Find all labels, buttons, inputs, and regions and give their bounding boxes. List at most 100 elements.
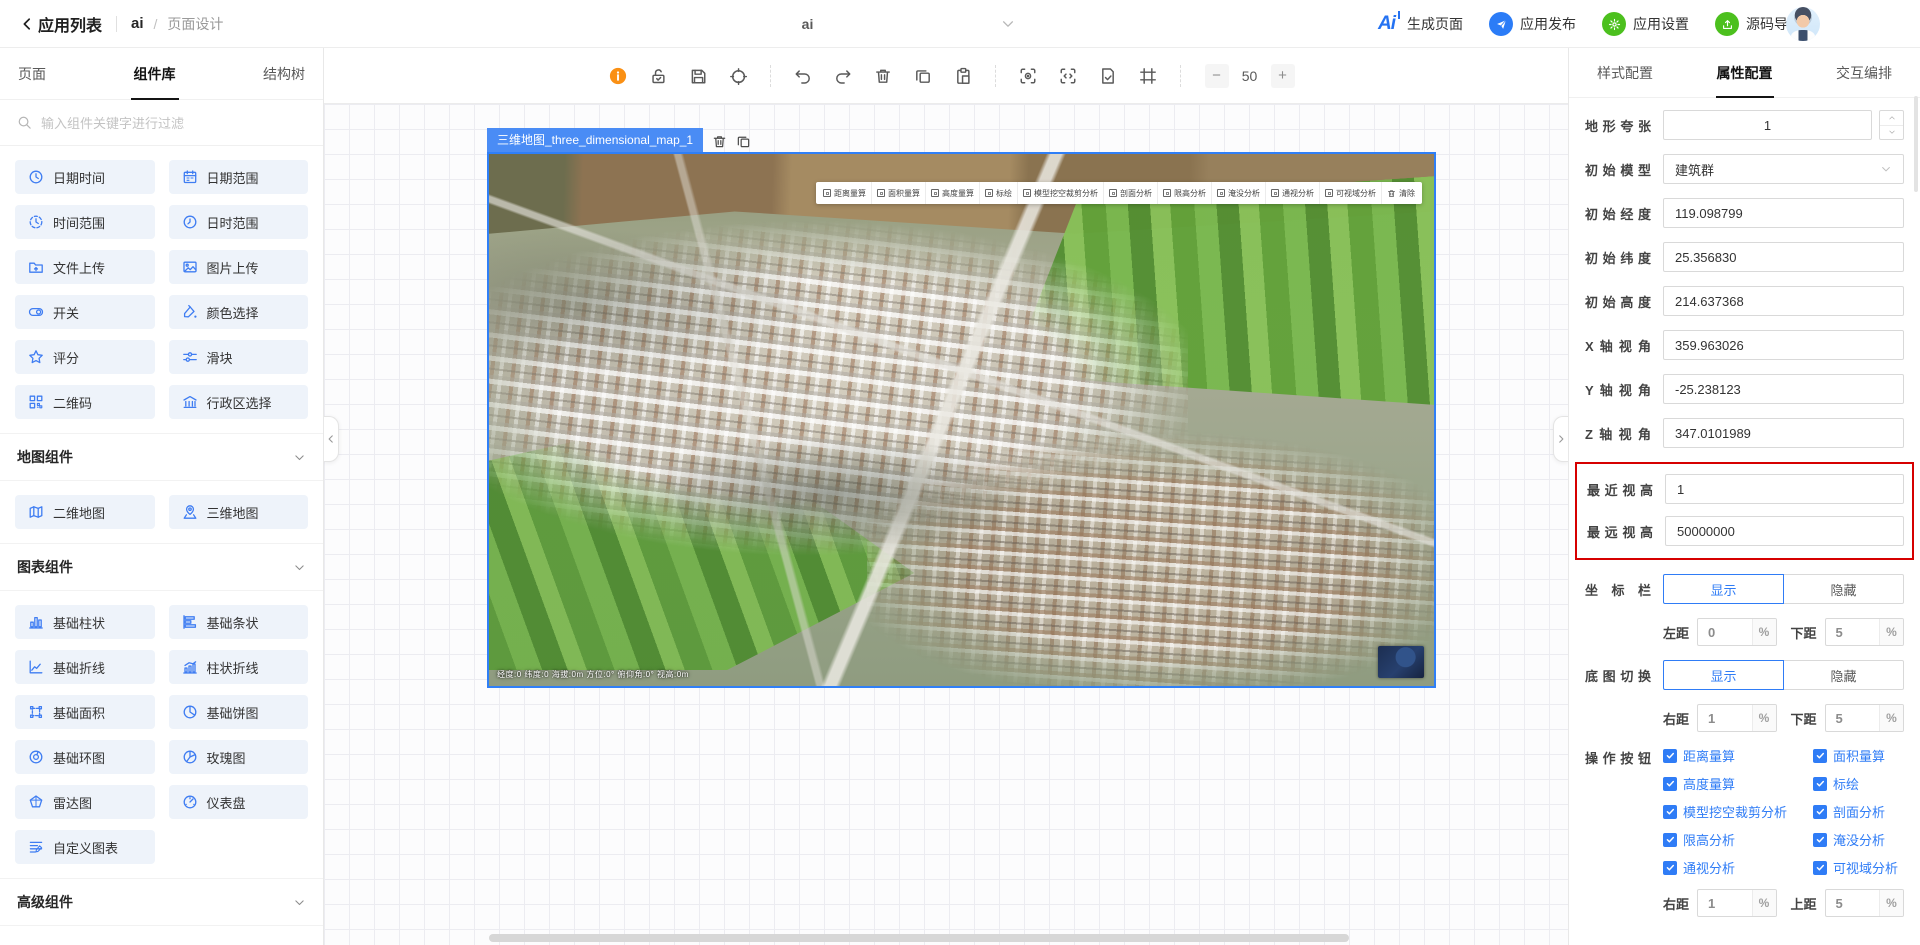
action-checkbox-通视分析[interactable]: 通视分析	[1663, 858, 1813, 877]
map-tool-8[interactable]: 通视分析	[1265, 182, 1319, 204]
info-button[interactable]	[609, 67, 627, 85]
undo-button[interactable]	[794, 67, 812, 85]
component-chip[interactable]: 日期时间	[15, 160, 155, 194]
action-checkbox-剖面分析[interactable]: 剖面分析	[1813, 802, 1904, 821]
delete-button[interactable]	[874, 67, 892, 85]
step-up-button[interactable]	[1880, 111, 1903, 125]
map-tool-4[interactable]: 模型挖空裁剪分析	[1017, 182, 1103, 204]
field-input[interactable]: 347.0101989	[1663, 418, 1904, 448]
three-d-map-component[interactable]: 距离量算 面积量算 高度量算 标绘 模型挖空裁剪分析 剖面分析 限高分析 淹没分析 通视分析 可视…	[487, 152, 1436, 688]
show-button[interactable]: 显示	[1663, 660, 1784, 690]
preview-button[interactable]	[1019, 67, 1037, 85]
component-chip[interactable]: 自定义图表	[15, 830, 155, 864]
design-canvas[interactable]: 三维地图_three_dimensional_map_1 距离量算 面积量算 高…	[324, 104, 1568, 945]
map-tool-6[interactable]: 限高分析	[1157, 182, 1211, 204]
action-checkbox-模型挖空裁剪分析[interactable]: 模型挖空裁剪分析	[1663, 802, 1813, 821]
field-input[interactable]: 50000000	[1665, 516, 1904, 546]
action-checkbox-可视域分析[interactable]: 可视域分析	[1813, 858, 1904, 877]
map-tool-3[interactable]: 标绘	[979, 182, 1017, 204]
component-chip[interactable]: 基础柱状	[15, 605, 155, 639]
component-chip[interactable]: 开关	[15, 295, 155, 329]
component-chip[interactable]: 图片上传	[168, 250, 308, 284]
code-button[interactable]	[1059, 67, 1077, 85]
component-search[interactable]: 输入组件关键字进行过滤	[0, 100, 323, 146]
show-button[interactable]: 显示	[1663, 574, 1784, 604]
action-checkbox-淹没分析[interactable]: 淹没分析	[1813, 830, 1904, 849]
component-chip[interactable]: 二维码	[15, 385, 155, 419]
collapse-left-panel-handle[interactable]	[324, 416, 339, 462]
offset-input[interactable]: 5%	[1824, 889, 1904, 917]
zoom-in-button[interactable]: +	[1270, 63, 1295, 88]
offset-input[interactable]: 0%	[1697, 618, 1777, 646]
collapse-right-panel-handle[interactable]	[1553, 416, 1568, 462]
component-chip[interactable]: 基础环图	[15, 740, 155, 774]
field-input[interactable]: 1	[1665, 474, 1904, 504]
component-chip[interactable]: 评分	[15, 340, 155, 374]
map-tool-9[interactable]: 可视域分析	[1319, 182, 1381, 204]
component-chip[interactable]: 颜色选择	[168, 295, 308, 329]
panel-tab-1[interactable]: 属性配置	[1717, 48, 1773, 98]
field-input[interactable]: 119.098799	[1663, 198, 1904, 228]
save-button[interactable]	[689, 67, 707, 85]
field-input[interactable]: -25.238123	[1663, 374, 1904, 404]
header-action-0[interactable]: Ai 生成页面	[1378, 11, 1463, 35]
number-stepper[interactable]	[1879, 110, 1904, 140]
component-chip[interactable]: 基础面积	[15, 695, 155, 729]
sidebar-tab-0[interactable]: 页面	[18, 48, 46, 100]
duplicate-button[interactable]	[914, 67, 932, 85]
section-header-2[interactable]: 高级组件	[0, 878, 323, 926]
component-chip[interactable]: 雷达图	[15, 785, 155, 819]
hide-button[interactable]: 隐藏	[1784, 574, 1904, 604]
field-input[interactable]: 25.356830	[1663, 242, 1904, 272]
component-chip[interactable]: 仪表盘	[168, 785, 308, 819]
copy-component-button[interactable]	[736, 133, 751, 148]
section-header-0[interactable]: 地图组件	[0, 433, 323, 481]
map-tool-2[interactable]: 高度量算	[925, 182, 979, 204]
field-input[interactable]: 1	[1663, 110, 1872, 140]
map-tool-1[interactable]: 面积量算	[871, 182, 925, 204]
offset-input[interactable]: 5%	[1824, 618, 1904, 646]
component-chip[interactable]: 柱状折线	[168, 650, 308, 684]
target-button[interactable]	[729, 67, 747, 85]
action-checkbox-面积量算[interactable]: 面积量算	[1813, 746, 1904, 765]
component-chip[interactable]: 时间范围	[15, 205, 155, 239]
overview-map-widget[interactable]	[1378, 646, 1424, 678]
map-tool-0[interactable]: 距离量算	[818, 182, 871, 204]
action-checkbox-标绘[interactable]: 标绘	[1813, 774, 1904, 793]
component-chip[interactable]: 基础饼图	[168, 695, 308, 729]
sidebar-tab-2[interactable]: 结构树	[263, 48, 305, 100]
page-select-dropdown[interactable]: ai	[600, 0, 1015, 48]
field-input[interactable]: 359.963026	[1663, 330, 1904, 360]
component-chip[interactable]: 滑块	[168, 340, 308, 374]
section-header-1[interactable]: 图表组件	[0, 543, 323, 591]
header-action-2[interactable]: 应用设置	[1602, 12, 1689, 36]
map-tool-5[interactable]: 剖面分析	[1103, 182, 1157, 204]
sidebar-tab-1[interactable]: 组件库	[134, 48, 176, 100]
component-chip[interactable]: 三维地图	[168, 495, 308, 529]
field-input[interactable]: 214.637368	[1663, 286, 1904, 316]
unlock-button[interactable]	[649, 67, 667, 85]
action-checkbox-高度量算[interactable]: 高度量算	[1663, 774, 1813, 793]
component-chip[interactable]: 文件上传	[15, 250, 155, 284]
offset-input[interactable]: 5%	[1824, 704, 1904, 732]
component-chip[interactable]: 基础折线	[15, 650, 155, 684]
offset-input[interactable]: 1%	[1697, 704, 1777, 732]
zoom-out-button[interactable]: −	[1204, 63, 1229, 88]
panel-tab-0[interactable]: 样式配置	[1597, 48, 1653, 98]
panel-tab-2[interactable]: 交互编排	[1836, 48, 1892, 98]
map-tool-10[interactable]: 清除	[1381, 182, 1420, 204]
component-chip[interactable]: 基础条状	[168, 605, 308, 639]
action-checkbox-距离量算[interactable]: 距离量算	[1663, 746, 1813, 765]
action-checkbox-限高分析[interactable]: 限高分析	[1663, 830, 1813, 849]
component-chip[interactable]: 二维地图	[15, 495, 155, 529]
horizontal-scrollbar[interactable]	[489, 934, 1349, 942]
component-chip[interactable]: 日期范围	[168, 160, 308, 194]
component-chip[interactable]: 日时范围	[168, 205, 308, 239]
component-chip[interactable]: 行政区选择	[168, 385, 308, 419]
header-action-1[interactable]: 应用发布	[1489, 12, 1576, 36]
hide-button[interactable]: 隐藏	[1784, 660, 1904, 690]
redo-button[interactable]	[834, 67, 852, 85]
offset-input[interactable]: 1%	[1697, 889, 1777, 917]
paste-button[interactable]	[954, 67, 972, 85]
field-select[interactable]: 建筑群	[1663, 154, 1904, 184]
